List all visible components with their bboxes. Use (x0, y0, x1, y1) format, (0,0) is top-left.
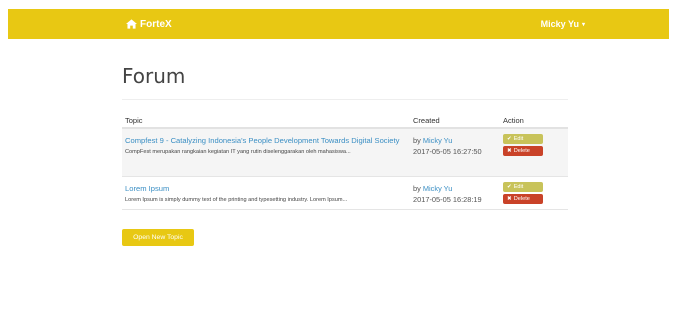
topic-description: CompFest merupakan rangkaian kegiatan IT… (125, 149, 351, 155)
check-icon: ✔ (507, 184, 512, 190)
delete-label: Delete (513, 148, 530, 154)
delete-button[interactable]: ✖ Delete (503, 146, 543, 156)
close-icon: ✖ (507, 196, 512, 202)
user-name: Micky Yu (540, 19, 579, 29)
open-new-topic-button[interactable]: Open New Topic (122, 229, 194, 246)
created-date: 2017-05-05 16:28:19 (413, 195, 482, 204)
topic-title-link[interactable]: Compfest 9 - Catalyzing Indonesia's Peop… (125, 135, 407, 146)
brand-link[interactable]: ForteX (126, 9, 172, 39)
close-icon: ✖ (507, 148, 512, 154)
chevron-down-icon: ▾ (581, 21, 585, 28)
header-topic: Topic (125, 116, 143, 125)
topic-cell: Lorem Ipsum Lorem Ipsum is simply dummy … (125, 183, 407, 204)
author-link[interactable]: Micky Yu (423, 184, 452, 193)
delete-label: Delete (513, 196, 530, 202)
edit-label: Edit (513, 184, 524, 190)
table-row: Compfest 9 - Catalyzing Indonesia's Peop… (122, 129, 568, 177)
edit-button[interactable]: ✔ Edit (503, 134, 543, 144)
author-link[interactable]: Micky Yu (423, 136, 452, 145)
created-cell: by Micky Yu 2017-05-05 16:27:50 (413, 135, 503, 157)
by-label: by (413, 136, 421, 145)
header-action: Action (503, 116, 524, 125)
edit-button[interactable]: ✔ Edit (503, 182, 543, 192)
home-icon (126, 19, 137, 29)
title-divider (122, 99, 568, 100)
topics-table: Topic Created Action Compfest 9 - Cataly… (122, 112, 568, 210)
created-date: 2017-05-05 16:27:50 (413, 147, 482, 156)
brand-label: ForteX (140, 18, 172, 30)
edit-label: Edit (513, 136, 524, 142)
header-created: Created (413, 116, 440, 125)
delete-button[interactable]: ✖ Delete (503, 194, 543, 204)
check-icon: ✔ (507, 136, 512, 142)
by-label: by (413, 184, 421, 193)
topic-cell: Compfest 9 - Catalyzing Indonesia's Peop… (125, 135, 407, 156)
created-cell: by Micky Yu 2017-05-05 16:28:19 (413, 183, 503, 205)
table-header: Topic Created Action (122, 112, 568, 129)
table-row: Lorem Ipsum Lorem Ipsum is simply dummy … (122, 177, 568, 210)
navbar: ForteX Micky Yu ▾ (8, 9, 669, 39)
user-menu[interactable]: Micky Yu ▾ (541, 9, 585, 39)
topic-description: Lorem Ipsum is simply dummy text of the … (125, 197, 348, 203)
topic-title-link[interactable]: Lorem Ipsum (125, 183, 407, 194)
action-cell: ✔ Edit ✖ Delete (503, 182, 563, 206)
page-title: Forum (122, 64, 186, 88)
action-cell: ✔ Edit ✖ Delete (503, 134, 563, 158)
